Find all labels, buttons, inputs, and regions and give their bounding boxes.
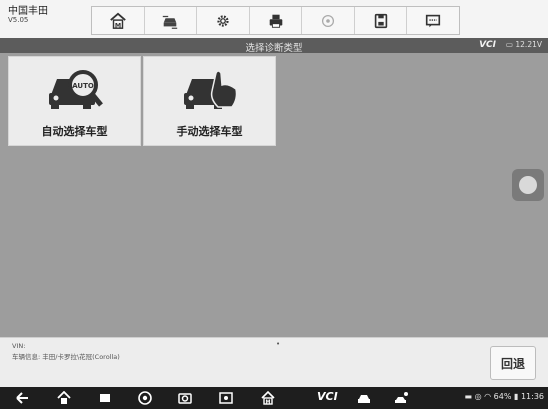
status-area: ▬ ◎ ◠ 64% ▮ 11:36: [465, 392, 545, 401]
chat-icon: [426, 14, 441, 27]
nav-screen-record-button[interactable]: [218, 390, 234, 406]
save-button[interactable]: [355, 7, 408, 34]
voltage-readout: ▭ 12.21V: [506, 40, 542, 49]
auto-car-icon: AUTO: [49, 70, 103, 109]
svg-text:M: M: [115, 22, 121, 29]
print-button[interactable]: [250, 7, 303, 34]
system-navbar: M VCI ▬ ◎ ◠ 64% ▮ 11:36: [0, 387, 548, 409]
floating-assistive-button[interactable]: [512, 169, 544, 201]
help-button[interactable]: [302, 7, 355, 34]
nav-maxisys-button[interactable]: M: [260, 390, 276, 406]
back-button[interactable]: 回退: [490, 346, 536, 380]
manual-car-icon: [184, 70, 238, 109]
vin-label: VIN:: [12, 342, 26, 350]
car-user-icon: [395, 392, 408, 403]
home-icon: M: [109, 12, 126, 29]
top-bar: 中国丰田 V5.05 M: [0, 0, 548, 39]
tile-label: 手动选择车型: [176, 125, 243, 138]
chrome-icon: [138, 391, 152, 405]
home-icon: [57, 391, 71, 404]
voltage-value: 12.21V: [515, 40, 542, 49]
screen-record-icon: [219, 392, 233, 404]
wifi-icon: ◠: [484, 392, 492, 401]
nav-car-user-button[interactable]: [394, 390, 410, 406]
nav-recent-apps-button[interactable]: [97, 390, 113, 406]
nav-chrome-button[interactable]: [137, 390, 153, 406]
info-dot: •: [276, 340, 281, 348]
help-icon: [322, 14, 335, 27]
settings-button[interactable]: [197, 7, 250, 34]
chat-button[interactable]: [407, 7, 459, 34]
back-arrow-icon: [16, 392, 28, 404]
nav-home-button[interactable]: [56, 390, 72, 406]
home-button[interactable]: M: [92, 7, 145, 34]
content-area: AUTO 自动选择车型 手动选择车型: [0, 53, 548, 337]
vehicle-info-bar: VIN: 车辆信息: 丰田/卡罗拉\花冠(Corolla) • 回退: [0, 337, 548, 388]
svg-text:AUTO: AUTO: [72, 82, 94, 90]
app-version: V5.05: [8, 16, 29, 24]
nav-camera-button[interactable]: [177, 390, 193, 406]
save-icon: [374, 13, 387, 28]
car-icon: [358, 395, 370, 403]
status-text: 64% ▮ 11:36: [493, 392, 544, 401]
vehicle-info-text: 车辆信息: 丰田/卡罗拉\花冠(Corolla): [12, 353, 120, 361]
nav-vci-button[interactable]: VCI: [317, 390, 338, 403]
page-title: 选择诊断类型: [245, 43, 303, 54]
maxisys-icon: M: [261, 391, 275, 405]
auto-select-vehicle-tile[interactable]: AUTO 自动选择车型: [8, 56, 141, 146]
svg-text:M: M: [266, 400, 271, 406]
vci-status: VCI: [479, 40, 496, 50]
nav-car-button[interactable]: [356, 390, 372, 406]
vehicle-swap-button[interactable]: [145, 7, 198, 34]
nav-back-button[interactable]: [14, 390, 30, 406]
brand: 中国丰田 V5.05: [8, 6, 48, 25]
chat-status-icon: ▬: [464, 392, 473, 401]
recent-apps-icon: [100, 394, 110, 402]
manual-select-vehicle-tile[interactable]: 手动选择车型: [143, 56, 276, 146]
camera-icon: [178, 393, 192, 404]
toolbar: M: [91, 6, 460, 35]
printer-icon: [269, 14, 282, 28]
tile-label: 自动选择车型: [41, 125, 108, 138]
settings-icon: [217, 14, 229, 27]
battery-small-icon: ▭: [505, 40, 513, 49]
sub-header: 选择诊断类型 VCI ▭ 12.21V: [0, 38, 548, 54]
vehicle-swap-icon: [163, 15, 178, 29]
gps-icon: ◎: [474, 392, 482, 401]
